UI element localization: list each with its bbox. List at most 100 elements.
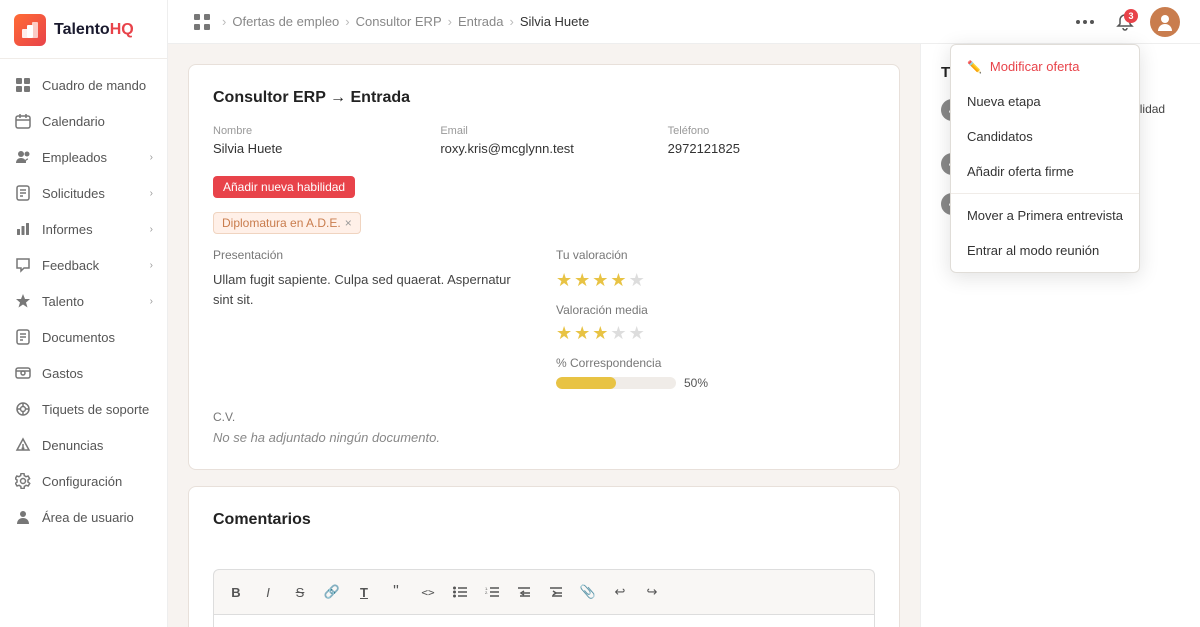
candidates-item[interactable]: Candidatos	[951, 119, 1139, 154]
move-first-interview-item[interactable]: Mover a Primera entrevista	[951, 198, 1139, 233]
topbar-actions: 3	[1070, 7, 1180, 37]
reports2-icon	[14, 436, 32, 454]
code-button[interactable]: <>	[414, 578, 442, 606]
add-firm-offer-label: Añadir oferta firme	[967, 164, 1074, 179]
sidebar-item-dashboard[interactable]: Cuadro de mando	[0, 67, 167, 103]
sidebar-label-talento: Talento	[42, 294, 84, 309]
bold-button[interactable]: B	[222, 578, 250, 606]
breadcrumb-separator: ›	[510, 14, 514, 29]
phone-value: 2972121825	[668, 141, 875, 156]
presentation-rating-grid: Presentación Ullam fugit sapiente. Culpa…	[213, 248, 875, 390]
logo[interactable]: TalentoHQ	[0, 0, 167, 59]
breadcrumb-separator: ›	[222, 14, 226, 29]
support-icon	[14, 400, 32, 418]
star-3[interactable]: ★	[592, 270, 608, 291]
candidates-label: Candidatos	[967, 129, 1033, 144]
sidebar-item-feedback[interactable]: Feedback ›	[0, 247, 167, 283]
link-button[interactable]: 🔗	[318, 578, 346, 606]
sidebar-label-area-usuario: Área de usuario	[42, 510, 134, 525]
correspondence-row: 50%	[556, 376, 875, 390]
outdent-button[interactable]	[510, 578, 538, 606]
comment-editor: B I S 🔗 T " <> 1.2.	[213, 569, 875, 627]
italic-button[interactable]: I	[254, 578, 282, 606]
comment-input[interactable]	[213, 614, 875, 627]
dashboard-icon	[14, 76, 32, 94]
add-skill-button[interactable]: Añadir nueva habilidad	[213, 176, 355, 198]
star-2[interactable]: ★	[574, 270, 590, 291]
presentation-label: Presentación	[213, 248, 532, 262]
heading-button[interactable]: T	[350, 578, 378, 606]
undo-button[interactable]: ↩	[606, 578, 634, 606]
bullet-list-button[interactable]	[446, 578, 474, 606]
sidebar-label-calendario: Calendario	[42, 114, 105, 129]
attachment-button[interactable]: 📎	[574, 578, 602, 606]
sidebar-label-documentos: Documentos	[42, 330, 115, 345]
logo-icon	[14, 14, 46, 46]
blockquote-button[interactable]: "	[382, 578, 410, 606]
sidebar-label-feedback: Feedback	[42, 258, 99, 273]
skill-remove-button[interactable]: ×	[345, 216, 352, 230]
breadcrumb-silvia[interactable]: Silvia Huete	[520, 14, 589, 29]
sidebar-item-calendario[interactable]: Calendario	[0, 103, 167, 139]
sidebar-item-documentos[interactable]: Documentos	[0, 319, 167, 355]
new-stage-item[interactable]: Nueva etapa	[951, 84, 1139, 119]
sidebar-item-configuracion[interactable]: Configuración	[0, 463, 167, 499]
main-panel: Consultor ERP → Entrada Nombre Silvia Hu…	[168, 44, 920, 627]
logo-text: TalentoHQ	[54, 21, 134, 39]
breadcrumb-ofertas[interactable]: Ofertas de empleo	[232, 14, 339, 29]
sidebar-item-denuncias[interactable]: Denuncias	[0, 427, 167, 463]
add-firm-offer-item[interactable]: Añadir oferta firme	[951, 154, 1139, 189]
breadcrumb-entrada[interactable]: Entrada	[458, 14, 504, 29]
chevron-right-icon: ›	[150, 152, 153, 163]
star-4[interactable]: ★	[610, 270, 626, 291]
star-5[interactable]: ★	[629, 270, 645, 291]
more-options-button[interactable]	[1070, 7, 1100, 37]
svg-text:2.: 2.	[485, 590, 488, 595]
move-first-interview-label: Mover a Primera entrevista	[967, 208, 1123, 223]
user-area-icon	[14, 508, 32, 526]
documents-icon	[14, 328, 32, 346]
sidebar-item-informes[interactable]: Informes ›	[0, 211, 167, 247]
ordered-list-button[interactable]: 1.2.	[478, 578, 506, 606]
correspondence-label: % Correspondencia	[556, 356, 875, 370]
comments-card: Comentarios B I S 🔗 T " <>	[188, 486, 900, 627]
sidebar: TalentoHQ Cuadro de mando Calendario Emp…	[0, 0, 168, 627]
sidebar-item-talento[interactable]: Talento ›	[0, 283, 167, 319]
editor-toolbar: B I S 🔗 T " <> 1.2.	[213, 569, 875, 614]
new-stage-label: Nueva etapa	[967, 94, 1041, 109]
dropdown-menu: ✏️ Modificar oferta Nueva etapa Candidat…	[950, 44, 1140, 273]
redo-button[interactable]: ↪	[638, 578, 666, 606]
breadcrumb-separator: ›	[448, 14, 452, 29]
progress-fill	[556, 377, 616, 389]
chevron-right-icon: ›	[150, 260, 153, 271]
sidebar-item-tiquets[interactable]: Tiquets de soporte	[0, 391, 167, 427]
meeting-mode-item[interactable]: Entrar al modo reunión	[951, 233, 1139, 268]
calendar-icon	[14, 112, 32, 130]
candidate-header-card: Consultor ERP → Entrada Nombre Silvia Hu…	[188, 64, 900, 470]
expenses-icon	[14, 364, 32, 382]
sidebar-item-area-usuario[interactable]: Área de usuario	[0, 499, 167, 535]
indent-button[interactable]	[542, 578, 570, 606]
cv-section: C.V. No se ha adjuntado ningún documento…	[213, 410, 875, 445]
star-1[interactable]: ★	[556, 270, 572, 291]
chevron-right-icon: ›	[150, 296, 153, 307]
sidebar-item-gastos[interactable]: Gastos	[0, 355, 167, 391]
strikethrough-button[interactable]: S	[286, 578, 314, 606]
apps-grid-button[interactable]	[188, 8, 216, 36]
notifications-button[interactable]: 3	[1110, 7, 1140, 37]
name-label: Nombre	[213, 125, 420, 137]
comments-title: Comentarios	[213, 511, 875, 529]
modify-offer-label: Modificar oferta	[990, 59, 1080, 74]
sidebar-item-empleados[interactable]: Empleados ›	[0, 139, 167, 175]
talent-icon	[14, 292, 32, 310]
avg-star-4: ★	[610, 323, 626, 344]
sidebar-item-solicitudes[interactable]: Solicitudes ›	[0, 175, 167, 211]
user-avatar[interactable]	[1150, 7, 1180, 37]
modify-offer-item[interactable]: ✏️ Modificar oferta	[951, 49, 1139, 84]
sidebar-label-tiquets: Tiquets de soporte	[42, 402, 149, 417]
phone-field: Teléfono 2972121825	[668, 125, 875, 156]
sidebar-navigation: Cuadro de mando Calendario Empleados › S…	[0, 59, 167, 627]
breadcrumb-consultor[interactable]: Consultor ERP	[356, 14, 442, 29]
my-rating-stars: ★ ★ ★ ★ ★	[556, 270, 875, 291]
page-title: Consultor ERP → Entrada	[213, 89, 875, 107]
